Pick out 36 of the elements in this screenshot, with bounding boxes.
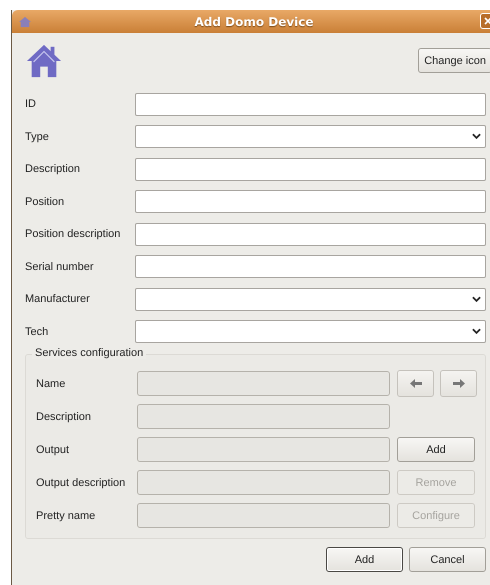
- text-field[interactable]: [135, 158, 486, 181]
- text-field[interactable]: [135, 222, 486, 246]
- change-icon-button[interactable]: Change icon: [418, 48, 490, 73]
- field-label: Tech: [25, 326, 50, 338]
- field-label: Type: [25, 130, 50, 143]
- close-icon: [484, 17, 490, 25]
- group-title: Services configuration: [32, 347, 146, 359]
- dialog-button[interactable]: Add: [326, 547, 403, 572]
- previous-button[interactable]: [397, 370, 434, 397]
- text-field[interactable]: [135, 255, 486, 278]
- field-label: Output: [35, 444, 70, 456]
- text-field[interactable]: [135, 92, 486, 116]
- combo-box[interactable]: [135, 125, 486, 148]
- field-label: Serial number: [25, 260, 94, 273]
- field-label: Position: [25, 196, 66, 208]
- field-label: Name: [35, 378, 66, 390]
- chevron-down-icon: [472, 133, 481, 140]
- right-arrow-icon: [452, 379, 464, 388]
- field-label: Description: [35, 410, 92, 422]
- text-field[interactable]: [135, 190, 486, 214]
- house-icon: [18, 16, 32, 28]
- dialog-button[interactable]: Cancel: [409, 547, 486, 572]
- chevron-down-icon: [472, 328, 481, 336]
- window-title: Add Domo Device: [193, 14, 315, 28]
- field-label: Position description: [25, 228, 122, 240]
- chevron-down-icon: [472, 296, 481, 303]
- combo-box[interactable]: [135, 288, 486, 311]
- field-label: Pretty name: [35, 510, 96, 522]
- combo-box[interactable]: [135, 320, 486, 344]
- left-arrow-icon: [410, 379, 422, 388]
- field-label: Description: [25, 163, 82, 176]
- next-button[interactable]: [440, 370, 477, 397]
- house-icon: [25, 42, 63, 78]
- field-label: Manufacturer: [25, 293, 91, 306]
- field-label: Output description: [35, 476, 126, 488]
- field-label: ID: [25, 98, 37, 110]
